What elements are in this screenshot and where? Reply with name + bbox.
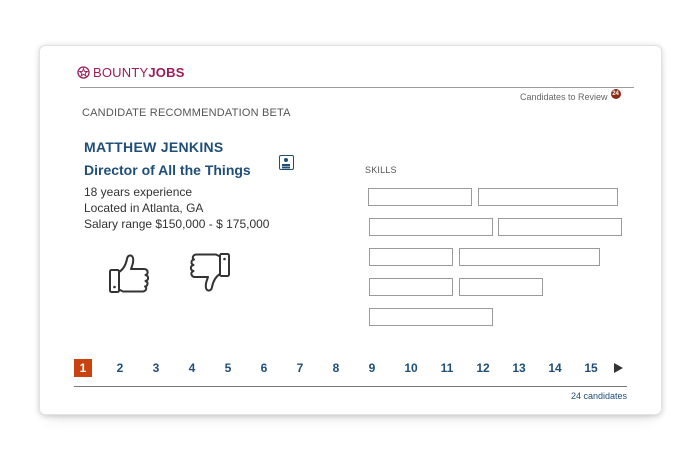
logo-text: BOUNTYJOBS: [93, 65, 185, 80]
skill-tag: [369, 278, 453, 296]
page-11[interactable]: 11: [438, 359, 456, 377]
skill-tag: [369, 308, 493, 326]
page-5[interactable]: 5: [219, 359, 237, 377]
page-2[interactable]: 2: [111, 359, 129, 377]
page-8[interactable]: 8: [327, 359, 345, 377]
page-10[interactable]: 10: [402, 359, 420, 377]
page-7[interactable]: 7: [291, 359, 309, 377]
page-9[interactable]: 9: [363, 359, 381, 377]
header-divider: [80, 87, 634, 88]
page-3[interactable]: 3: [147, 359, 165, 377]
bountyjobs-logo[interactable]: BOUNTYJOBS: [77, 65, 185, 80]
page-14[interactable]: 14: [546, 359, 564, 377]
logo-star-icon: [77, 66, 90, 79]
thumbs-up-icon[interactable]: [107, 250, 153, 296]
play-arrow-icon[interactable]: [614, 363, 623, 373]
skill-tag: [368, 188, 472, 206]
candidate-details: 18 years experience Located in Atlanta, …: [84, 184, 269, 232]
page-4[interactable]: 4: [183, 359, 201, 377]
footer-divider: [74, 386, 627, 387]
profile-card-icon[interactable]: [279, 155, 294, 170]
candidate-count: 24 candidates: [570, 391, 627, 401]
candidate-location: Located in Atlanta, GA: [84, 201, 204, 215]
page-6[interactable]: 6: [255, 359, 273, 377]
skill-tag: [478, 188, 618, 206]
page-13[interactable]: 13: [510, 359, 528, 377]
page-1[interactable]: 1: [74, 359, 92, 377]
review-count-badge: 24: [610, 89, 621, 99]
skills-label: SKILLS: [365, 165, 397, 175]
thumbs-down-icon[interactable]: [186, 250, 232, 296]
candidates-to-review[interactable]: Candidates to Review 24: [520, 89, 621, 102]
page-15[interactable]: 15: [582, 359, 600, 377]
page-12[interactable]: 12: [474, 359, 492, 377]
candidate-card: BOUNTYJOBS Candidates to Review 24 CANDI…: [39, 45, 662, 415]
skill-tag: [498, 218, 622, 236]
skill-tag: [369, 218, 493, 236]
candidate-experience: 18 years experience: [84, 185, 193, 199]
candidate-title: Director of All the Things: [84, 162, 251, 178]
review-label: Candidates to Review: [520, 92, 608, 102]
skill-tag: [459, 248, 600, 266]
candidate-name[interactable]: MATTHEW JENKINS: [84, 139, 224, 155]
skill-tag: [459, 278, 543, 296]
skill-tag: [369, 248, 453, 266]
candidate-salary: Salary range $150,000 - $ 175,000: [84, 217, 270, 231]
section-title: CANDIDATE RECOMMENDATION BETA: [82, 107, 291, 119]
pagination: 1 2 3 4 5 6 7 8 9 10 11 12 13 14 15: [74, 357, 634, 381]
